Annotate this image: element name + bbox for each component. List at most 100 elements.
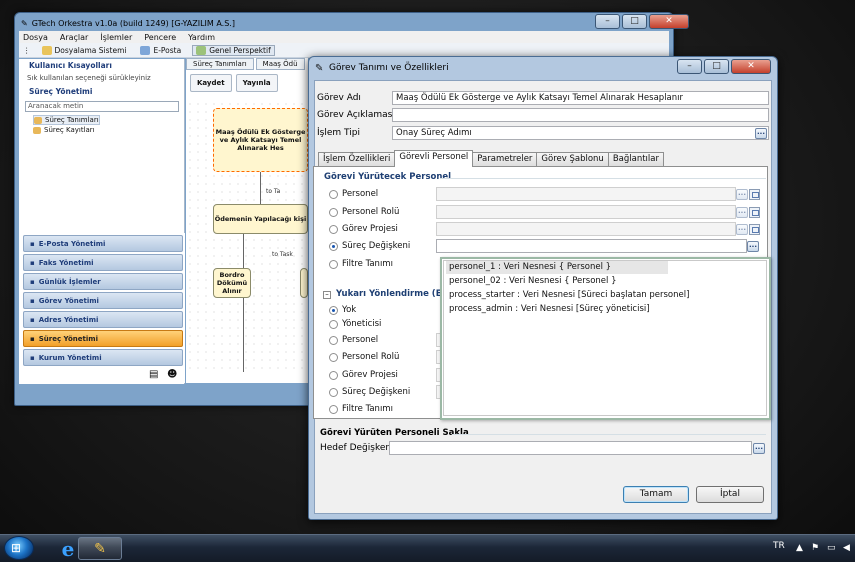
- surec-degiskeni-field[interactable]: [436, 239, 747, 253]
- radio-gorev-projesi[interactable]: Görev Projesi: [329, 224, 398, 234]
- radio-personel[interactable]: Personel: [329, 189, 378, 199]
- nav-label: Günlük İşlemler: [38, 277, 101, 286]
- hedef-degisken-field[interactable]: [389, 441, 752, 455]
- hedef-degisken-browse-button[interactable]: ...: [753, 443, 765, 454]
- publish-button[interactable]: Yayınla: [235, 74, 278, 92]
- radio-yok[interactable]: Yok: [329, 305, 356, 315]
- tab-gorev-sablonu[interactable]: Görev Şablonu: [536, 152, 609, 167]
- dialog-minimize-button[interactable]: –: [677, 59, 702, 74]
- folder-icon: [41, 45, 52, 55]
- printer-icon[interactable]: ▤: [149, 369, 158, 380]
- nav-task-management[interactable]: ▪ Görev Yönetimi: [23, 292, 183, 309]
- dropdown-item-process-starter[interactable]: process_starter : Veri Nesnesi [Süreci b…: [446, 289, 689, 302]
- radio-personel-2[interactable]: Personel: [329, 335, 378, 345]
- collapse-toggle[interactable]: –: [323, 291, 331, 299]
- toolbar-file-system[interactable]: Dosyalama Sistemi: [39, 45, 130, 55]
- menu-islemler[interactable]: İşlemler: [100, 33, 132, 42]
- shortcuts-header[interactable]: Kullanıcı Kısayolları: [19, 61, 185, 72]
- minus-icon: –: [323, 291, 331, 299]
- gorev-aciklamasi-field[interactable]: [392, 108, 769, 122]
- islem-tipi-browse-button[interactable]: ...: [755, 128, 767, 139]
- nav-process-management[interactable]: ▪ Süreç Yönetimi: [23, 330, 183, 347]
- flag-icon[interactable]: ⚑: [811, 543, 819, 553]
- app-title-bar: ✎ GTech Orkestra v1.0a (build 1249) [G-Y…: [21, 16, 235, 30]
- taskbar-gtech-orkestra[interactable]: ✎: [78, 537, 122, 560]
- process-node-partial[interactable]: [300, 268, 308, 298]
- close-button[interactable]: ✕: [649, 14, 689, 29]
- dialog-close-button[interactable]: ✕: [731, 59, 771, 74]
- radio-filtre-tanimi-2[interactable]: Filtre Tanımı: [329, 404, 393, 414]
- personel-picker-icon[interactable]: [749, 189, 760, 200]
- nav-email-management[interactable]: ▪ E-Posta Yönetimi: [23, 235, 183, 252]
- personel-rolu-browse-button[interactable]: ...: [736, 207, 748, 218]
- dropdown-item-personel-1[interactable]: personel_1 : Veri Nesnesi { Personel }: [446, 261, 668, 274]
- nav-address-management[interactable]: ▪ Adres Yönetimi: [23, 311, 183, 328]
- tab-process-definitions[interactable]: Süreç Tanımları: [186, 58, 254, 70]
- dialog-maximize-button[interactable]: □: [704, 59, 729, 74]
- node-label: Ödemenin Yapılacağı kişi: [214, 215, 307, 223]
- gorev-projesi-browse-button[interactable]: ...: [736, 224, 748, 235]
- gorev-projesi-picker-icon[interactable]: [749, 224, 760, 235]
- radio-personel-rolu[interactable]: Personel Rolü: [329, 207, 399, 217]
- surec-degiskeni-browse-button[interactable]: ...: [747, 241, 759, 252]
- tab-maas-odulu[interactable]: Maaş Ödü: [255, 58, 305, 70]
- radio-filtre-tanimi[interactable]: Filtre Tanımı: [329, 259, 393, 269]
- islem-tipi-field[interactable]: Onay Süreç Adımı: [392, 126, 769, 140]
- radio-personel-rolu-2[interactable]: Personel Rolü: [329, 352, 399, 362]
- radio-yoneticisi[interactable]: Yöneticisi: [329, 319, 381, 329]
- menu-pencere[interactable]: Pencere: [144, 33, 176, 42]
- tab-gorevli-personel[interactable]: Görevli Personel: [394, 150, 474, 167]
- radio-label: Yok: [342, 305, 357, 315]
- cancel-button[interactable]: İptal: [696, 486, 764, 503]
- nav-fax-management[interactable]: ▪ Faks Yönetimi: [23, 254, 183, 271]
- language-indicator[interactable]: TR: [773, 541, 785, 551]
- save-button[interactable]: Kaydet: [190, 74, 232, 92]
- minimize-button[interactable]: –: [595, 14, 620, 29]
- menu-dosya[interactable]: Dosya: [23, 33, 48, 42]
- tab-baglantilar[interactable]: Bağlantılar: [607, 152, 664, 167]
- radio-label: Yöneticisi: [342, 319, 382, 329]
- nav-daily-tasks[interactable]: ▪ Günlük İşlemler: [23, 273, 183, 290]
- menu-araclar[interactable]: Araçlar: [60, 33, 88, 42]
- personel-browse-button[interactable]: ...: [736, 189, 748, 200]
- tree-item-process-records[interactable]: Süreç Kayıtları: [33, 126, 95, 134]
- tab-parametreler[interactable]: Parametreler: [472, 152, 538, 167]
- radio-gorev-projesi-2[interactable]: Görev Projesi: [329, 370, 398, 380]
- app-logo-icon: ✎: [21, 18, 28, 28]
- perspective-icon: [196, 45, 207, 55]
- maximize-button[interactable]: □: [622, 14, 647, 29]
- toolbar-email-label: E-Posta: [153, 45, 182, 55]
- edge-label: to Ta: [266, 188, 281, 195]
- dropdown-item-process-admin[interactable]: process_admin : Veri Nesnesi [Süreç yöne…: [446, 303, 650, 316]
- process-node[interactable]: Ödemenin Yapılacağı kişi: [213, 204, 308, 234]
- menu-yardim[interactable]: Yardım: [188, 33, 215, 42]
- personel-rolu-picker-icon[interactable]: [749, 207, 760, 218]
- volume-icon[interactable]: ◀: [843, 543, 850, 553]
- process-node-selected[interactable]: Maaş Ödülü Ek Gösterge ve Aylık Katsayı …: [213, 108, 308, 172]
- ok-button[interactable]: Tamam: [623, 486, 689, 503]
- gorev-adi-field[interactable]: Maaş Ödülü Ek Gösterge ve Aylık Katsayı …: [392, 91, 769, 105]
- search-input[interactable]: Aranacak metin: [25, 101, 179, 112]
- group-title-sakla: Görevi Yürüten Personeli Sakla: [320, 428, 469, 438]
- process-node[interactable]: Bordro Dökümü Alınır: [213, 268, 251, 298]
- nav-icon: ▪: [30, 277, 35, 286]
- user-icon[interactable]: ☻: [167, 369, 177, 380]
- radio-surec-degiskeni-2[interactable]: Süreç Değişkeni: [329, 387, 410, 397]
- network-icon[interactable]: ▭: [827, 543, 836, 553]
- navigation-panel: ▪ E-Posta Yönetimi ▪ Faks Yönetimi ▪ Günlük…: [19, 233, 185, 383]
- edge-line: [260, 172, 261, 204]
- process-management-header[interactable]: Süreç Yönetimi: [19, 87, 185, 98]
- radio-surec-degiskeni[interactable]: Süreç Değişkeni: [329, 241, 410, 251]
- nav-institution-management[interactable]: ▪ Kurum Yönetimi: [23, 349, 183, 366]
- canvas-tabs: Süreç Tanımları Maaş Ödü: [186, 58, 305, 70]
- tray-expand-icon[interactable]: ▲: [796, 543, 803, 553]
- dropdown-item-personel-02[interactable]: personel_02 : Veri Nesnesi { Personel }: [446, 275, 617, 288]
- nav-icon: ▪: [30, 315, 35, 324]
- group-divider: [440, 178, 766, 179]
- email-icon: [140, 45, 151, 55]
- toolbar-email[interactable]: E-Posta: [137, 45, 184, 55]
- nav-label: Adres Yönetimi: [38, 315, 99, 324]
- toolbar-general-perspective[interactable]: Genel Perspektif: [192, 44, 275, 56]
- tree-item-process-definitions[interactable]: Süreç Tanımları: [33, 115, 100, 125]
- tab-islem-ozellikleri[interactable]: İşlem Özellikleri: [318, 152, 396, 167]
